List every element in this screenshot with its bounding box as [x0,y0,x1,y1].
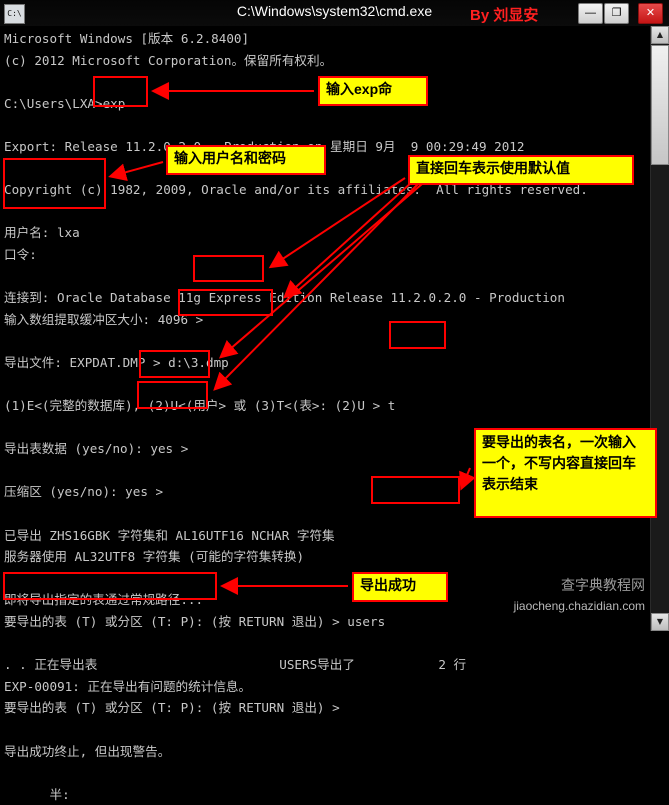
minimize-button[interactable]: — [578,3,603,24]
console-line: 导出成功终止, 但出现警告。 [4,743,171,759]
export-data-box [139,350,210,378]
vertical-scrollbar[interactable]: ▲ ▼ [650,26,669,631]
console-output[interactable]: Microsoft Windows [版本 6.2.8400] (c) 2012 … [0,26,651,802]
console-line: 输入数组提取缓冲区大小: 4096 > [4,311,204,327]
url-watermark: jiaocheng.chazidian.com [513,599,645,613]
username-password-box [3,158,106,209]
maximize-button[interactable]: ❐ [604,3,629,24]
table-name-box [371,476,460,504]
exp-command-box [93,76,148,107]
console-line: . . 正在导出表 USERS导出了 2 行 [4,657,467,673]
scroll-up-icon[interactable]: ▲ [651,26,669,44]
dumpfile-box [178,289,273,316]
annotation-callout: 导出成功 [352,572,448,602]
scroll-down-icon[interactable]: ▼ [651,613,669,631]
author-watermark: By 刘显安 [470,7,539,24]
success-message-box [3,572,217,600]
annotation-callout: 输入用户名和密码 [166,145,326,175]
console-line: 服务器使用 AL32UTF8 字符集 (可能的字符集转换) [4,549,305,565]
mode-choice-box [389,321,446,349]
console-line: 半: [4,786,70,802]
console-line: 导出文件: EXPDAT.DMP > d:\3.dmp [4,354,229,370]
window-titlebar: C:\ C:\Windows\system32\cmd.exe By 刘显安 —… [0,0,669,27]
console-line: EXP-00091: 正在导出有问题的统计信息。 [4,678,252,694]
console-line: (c) 2012 Microsoft Corporation。保留所有权利。 [4,52,333,68]
compress-box [137,381,208,409]
annotation-callout: 直接回车表示使用默认值 [408,155,634,185]
console-line: (1)E<(完整的数据库), (2)U<(用户> 或 (3)T<(表>: (2)… [4,398,396,414]
scrollbar-thumb[interactable] [651,45,669,165]
annotation-callout: 要导出的表名，一次输入一个，不写内容直接回车表示结束 [474,428,657,518]
close-button[interactable]: ✕ [638,3,663,24]
window-title: C:\Windows\system32\cmd.exe [236,3,433,19]
console-line: 要导出的表 (T) 或分区 (T: P): (按 RETURN 退出) > [4,700,340,716]
console-line: 用户名: lxa [4,225,80,241]
console-line: 已导出 ZHS16GBK 字符集和 AL16UTF16 NCHAR 字符集 [4,527,335,543]
buffer-size-box [193,255,264,282]
console-line: 要导出的表 (T) 或分区 (T: P): (按 RETURN 退出) > us… [4,614,386,630]
console-line: 连接到: Oracle Database 11g Express Edition… [4,290,565,306]
console-line: 口令: [4,246,37,262]
annotation-callout: 输入exp命 [318,76,428,106]
console-line: Microsoft Windows [版本 6.2.8400] [4,31,250,46]
site-watermark: 查字典教程网 [561,577,645,593]
